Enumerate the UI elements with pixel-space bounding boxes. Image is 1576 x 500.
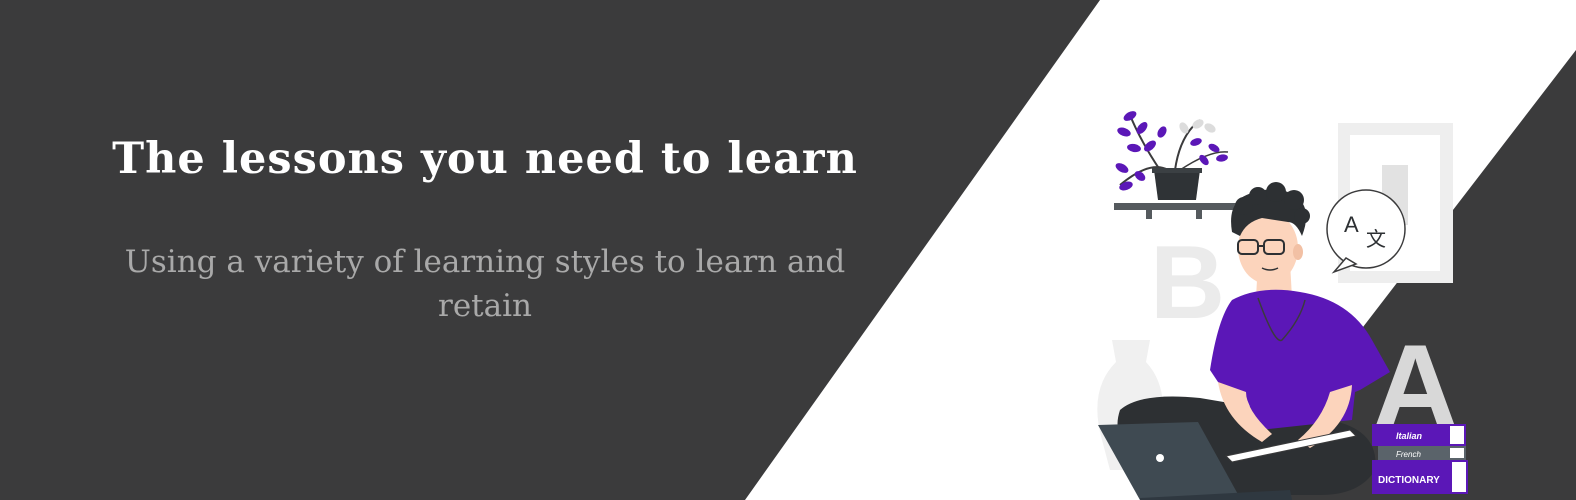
book-french-label: French: [1396, 450, 1421, 459]
book-stack: Italian French DICTIONARY: [1372, 424, 1468, 494]
translate-cjk-glyph: 文: [1366, 227, 1386, 251]
hero-banner: The lessons you need to learn Using a va…: [0, 0, 1576, 500]
hero-headline: The lessons you need to learn: [112, 134, 858, 184]
book-dictionary-label: DICTIONARY: [1378, 475, 1440, 486]
hero-subtext: Using a variety of learning styles to le…: [124, 244, 846, 324]
translate-latin-glyph: A: [1344, 212, 1359, 237]
wall-shelf: [1114, 203, 1240, 219]
book-italian-label: Italian: [1396, 431, 1423, 441]
student-illustration: B A A 文 Italian French DICTIONARY: [1097, 111, 1468, 500]
letter-b: B: [1150, 225, 1225, 341]
plant-icon: [1115, 111, 1229, 200]
